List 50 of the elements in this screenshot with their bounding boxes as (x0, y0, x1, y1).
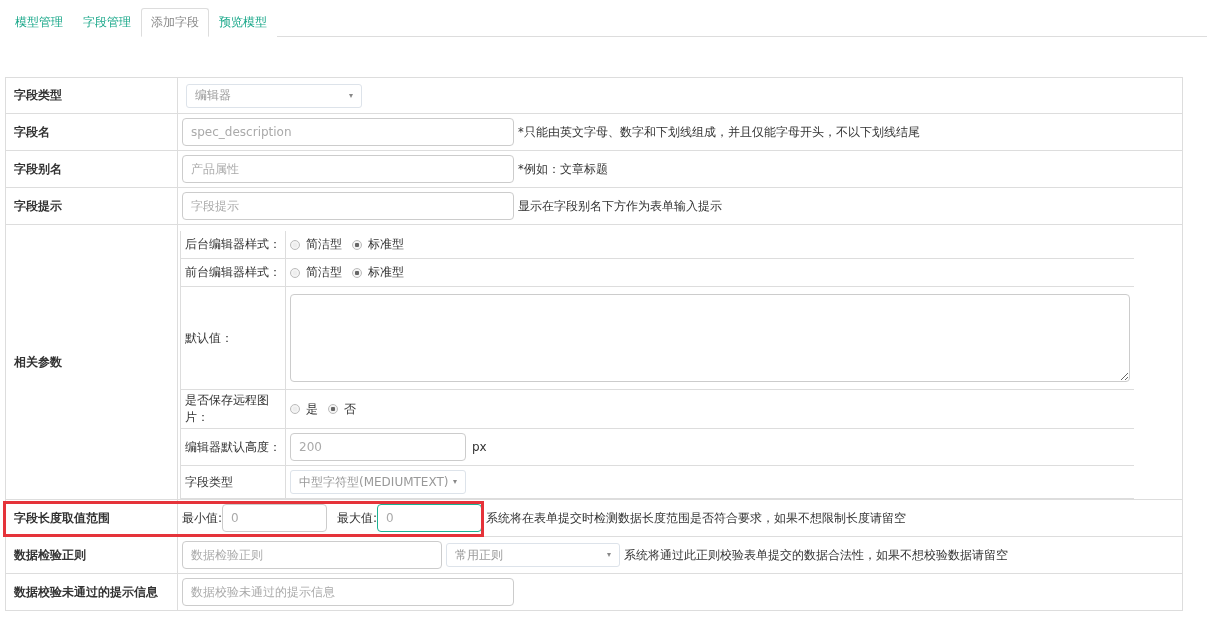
radio-button[interactable] (290, 404, 300, 414)
textarea-field[interactable] (290, 294, 1130, 382)
hint-text: 系统将在表单提交时检测数据长度范围是否符合要求，如果不想限制长度请留空 (486, 510, 907, 526)
input-field[interactable]: 字段提示 (182, 192, 514, 220)
hint-text: 显示在字段别名下方作为表单输入提示 (518, 198, 722, 214)
select-field[interactable]: 中型字符型(MEDIUMTEXT) (290, 470, 466, 494)
max-input[interactable]: 0 (377, 504, 483, 532)
caret-icon (453, 480, 457, 484)
caret-icon (607, 553, 611, 557)
hint-text: *例如：文章标题 (518, 161, 608, 177)
caret-icon (349, 93, 353, 98)
field-label: 数据检验正则 (6, 537, 178, 574)
param-label: 默认值： (181, 287, 286, 390)
radio-label: 简洁型 (306, 264, 342, 281)
select-field[interactable]: 常用正则 (446, 543, 620, 567)
hint-text: 系统将通过此正则校验表单提交的数据合法性，如果不想校验数据请留空 (624, 547, 1008, 563)
field-label: 数据校验未通过的提示信息 (6, 574, 178, 611)
max-label: 最大值: (337, 509, 378, 527)
field-label: 字段名 (6, 114, 178, 151)
radio-label: 否 (344, 400, 356, 418)
field-label: 字段类型 (6, 78, 178, 114)
radio-button[interactable] (328, 404, 338, 414)
input-field[interactable]: 数据检验正则 (182, 541, 442, 569)
field-label: 字段长度取值范围 (6, 500, 178, 537)
param-label: 前台编辑器样式： (181, 259, 286, 287)
field-label: 字段提示 (6, 188, 178, 225)
radio-label: 简洁型 (306, 236, 342, 253)
input-field[interactable]: 数据校验未通过的提示信息 (182, 578, 514, 606)
radio-label: 是 (306, 400, 318, 418)
hint-text: *只能由英文字母、数字和下划线组成，并且仅能字母开头，不以下划线结尾 (518, 124, 920, 140)
radio-button[interactable] (352, 267, 362, 278)
input-field[interactable]: 200 (290, 433, 466, 461)
radio-button[interactable] (290, 239, 300, 250)
radio-button[interactable] (290, 267, 300, 278)
input-field[interactable]: 产品属性 (182, 155, 514, 183)
radio-button[interactable] (352, 239, 362, 250)
param-label: 后台编辑器样式： (181, 231, 286, 259)
min-input[interactable]: 0 (222, 504, 328, 532)
tab[interactable]: 添加字段 (141, 8, 209, 37)
param-label: 是否保存远程图片： (181, 390, 286, 429)
radio-label: 标准型 (368, 236, 404, 253)
min-label: 最小值: (182, 509, 223, 527)
input-field[interactable]: spec_description (182, 118, 514, 146)
unit-label: px (472, 440, 487, 454)
field-label: 相关参数 (6, 225, 178, 500)
radio-label: 标准型 (368, 264, 404, 281)
param-label: 字段类型 (181, 466, 286, 499)
param-label: 编辑器默认高度： (181, 429, 286, 466)
select-field[interactable]: 编辑器 (186, 83, 362, 108)
field-label: 字段别名 (6, 151, 178, 188)
